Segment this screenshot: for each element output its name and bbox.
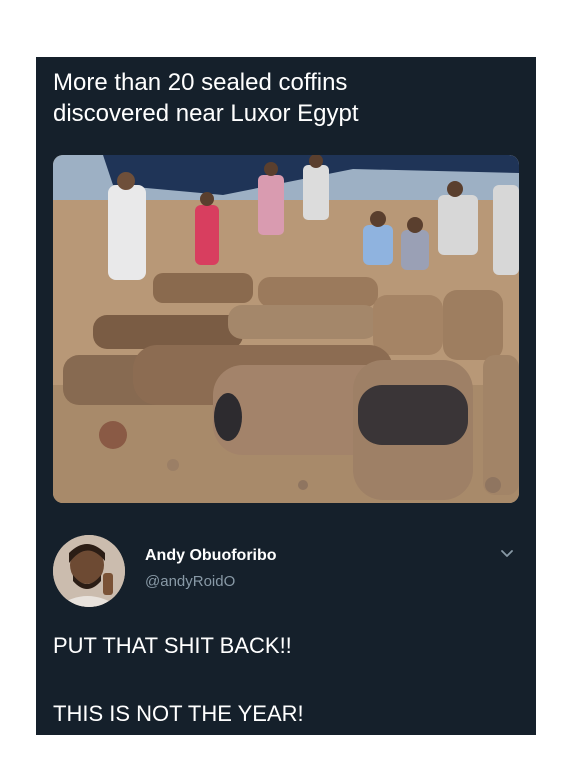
chevron-down-icon[interactable] <box>497 543 517 563</box>
display-name[interactable]: Andy Obuoforibo <box>145 547 277 565</box>
headline-line-2: discovered near Luxor Egypt <box>53 100 359 127</box>
tweet-text-line-2: THIS IS NOT THE YEAR! <box>53 701 304 726</box>
post-card: More than 20 sealed coffins discovered n… <box>36 57 536 735</box>
coffins-photo[interactable] <box>53 155 519 503</box>
avatar-image <box>53 535 125 607</box>
tweet-author: Andy Obuoforibo @andyRoidO <box>53 535 519 609</box>
headline-line-1: More than 20 sealed coffins <box>53 69 348 96</box>
user-handle[interactable]: @andyRoidO <box>145 573 235 590</box>
post-headline: More than 20 sealed coffins discovered n… <box>53 67 513 129</box>
chevron-down-glyph <box>501 550 513 557</box>
coffins-photo-illustration <box>53 155 519 503</box>
tweet-text-line-1: PUT THAT SHIT BACK!! <box>53 633 292 658</box>
avatar[interactable] <box>53 535 125 607</box>
